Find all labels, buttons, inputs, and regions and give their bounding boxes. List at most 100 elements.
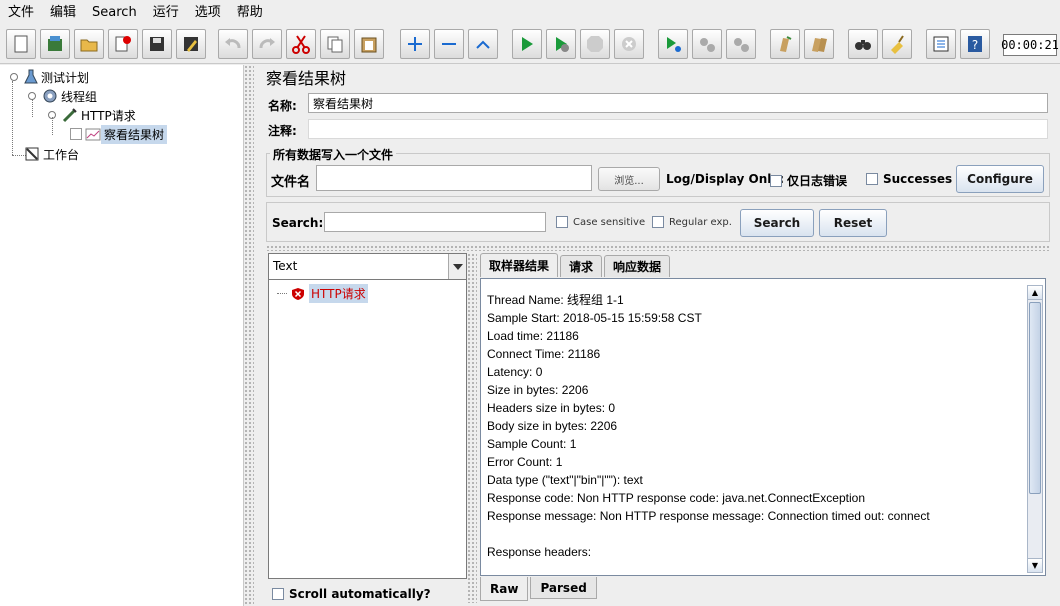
tree-node-workbench[interactable]: 工作台	[24, 145, 82, 163]
open-icon	[80, 39, 98, 52]
result-item[interactable]: HTTP请求	[291, 284, 368, 303]
workbench-icon	[25, 147, 39, 161]
successes-checkbox[interactable]: Successes	[866, 172, 952, 186]
clear-all-button[interactable]	[804, 29, 834, 59]
detail-line: Connect Time: 21186	[487, 347, 601, 361]
detail-text[interactable]: Thread Name: 线程组 1-1 Sample Start: 2018-…	[487, 291, 930, 561]
stop-button[interactable]	[580, 29, 610, 59]
checkbox-box	[556, 216, 568, 228]
scroll-thumb[interactable]	[1029, 302, 1041, 494]
menu-run[interactable]: 运行	[145, 0, 187, 26]
templates-icon	[48, 36, 62, 51]
detail-line: Sample Start: 2018-05-15 15:59:58 CST	[487, 311, 702, 325]
toolbar: ?	[0, 26, 1060, 64]
open-button[interactable]	[74, 29, 104, 59]
result-tabs: 取样器结果 请求 响应数据	[480, 253, 672, 279]
menu-edit[interactable]: 编辑	[42, 0, 84, 26]
reset-search-button[interactable]	[882, 29, 912, 59]
expand-toggle-icon[interactable]	[10, 73, 18, 81]
save-button[interactable]	[142, 29, 172, 59]
remote-start-button[interactable]	[658, 29, 688, 59]
regex-checkbox[interactable]: Regular exp.	[652, 216, 732, 228]
reset-button[interactable]: Reset	[819, 209, 887, 237]
tab-request[interactable]: 请求	[560, 255, 603, 277]
tab-parsed[interactable]: Parsed	[530, 577, 597, 599]
toggle-button[interactable]	[468, 29, 498, 59]
toggle-icon	[476, 40, 490, 49]
function-helper-button[interactable]	[926, 29, 956, 59]
scroll-up-icon[interactable]: ▲	[1028, 286, 1042, 300]
reset-search-icon	[891, 35, 904, 54]
detail-line: Body size in bytes: 2206	[487, 419, 618, 433]
case-sensitive-checkbox[interactable]: Case sensitive	[556, 216, 645, 228]
search-button-toolbar[interactable]	[848, 29, 878, 59]
name-label: 名称:	[268, 99, 297, 113]
search-icon	[855, 40, 871, 50]
comment-input[interactable]	[308, 119, 1048, 139]
checkbox-box	[866, 173, 878, 185]
tab-raw[interactable]: Raw	[480, 577, 529, 601]
cut-icon	[292, 35, 310, 54]
detail-line: Sample Count: 1	[487, 437, 577, 451]
main-splitter[interactable]	[244, 65, 254, 606]
remote-stop-button[interactable]	[692, 29, 722, 59]
tab-response-data[interactable]: 响应数据	[604, 255, 671, 277]
search-button[interactable]: Search	[740, 209, 814, 237]
remote-stop-icon	[700, 38, 715, 52]
tree-node-label: 工作台	[43, 147, 80, 162]
view-mode-tabs: Raw Parsed	[480, 577, 599, 601]
chevron-down-icon[interactable]	[448, 254, 466, 279]
save-as-button[interactable]	[176, 29, 206, 59]
expand-icon	[408, 37, 422, 51]
horizontal-splitter[interactable]	[266, 245, 1050, 251]
expand-toggle-icon[interactable]	[28, 92, 36, 100]
detail-line: Response headers:	[487, 545, 592, 559]
close-button[interactable]	[108, 29, 138, 59]
test-plan-icon	[24, 69, 38, 84]
name-input[interactable]: 察看结果树	[308, 93, 1048, 113]
redo-button[interactable]	[252, 29, 282, 59]
tree-node-view-results-tree[interactable]: 察看结果树	[70, 124, 168, 144]
start-button[interactable]	[512, 29, 542, 59]
undo-button[interactable]	[218, 29, 248, 59]
shutdown-button[interactable]	[614, 29, 644, 59]
menu-options[interactable]: 选项	[187, 0, 229, 26]
error-shield-icon	[292, 287, 304, 300]
comment-label: 注释:	[268, 124, 297, 138]
renderer-select[interactable]: Text	[269, 254, 466, 280]
detail-line: Thread Name: 线程组 1-1	[487, 293, 624, 307]
templates-button[interactable]	[40, 29, 70, 59]
help-button[interactable]: ?	[960, 29, 990, 59]
remote-shutdown-icon	[734, 38, 749, 52]
new-button[interactable]	[6, 29, 36, 59]
scroll-auto-checkbox[interactable]: Scroll automatically?	[272, 587, 431, 601]
scroll-down-icon[interactable]: ▼	[1028, 558, 1042, 572]
cut-button[interactable]	[286, 29, 316, 59]
tab-sampler-result[interactable]: 取样器结果	[480, 253, 559, 277]
expand-toggle-icon[interactable]	[48, 111, 56, 119]
detail-scrollbar[interactable]: ▲ ▼	[1027, 285, 1043, 573]
help-icon: ?	[968, 36, 982, 52]
menu-help[interactable]: 帮助	[229, 0, 271, 26]
copy-button[interactable]	[320, 29, 350, 59]
tree-node-http-request[interactable]: HTTP请求	[48, 106, 139, 124]
expand-button[interactable]	[400, 29, 430, 59]
tree-node-thread-group[interactable]: 线程组	[28, 87, 100, 105]
paste-button[interactable]	[354, 29, 384, 59]
collapse-button[interactable]	[434, 29, 464, 59]
clear-button[interactable]	[770, 29, 800, 59]
tree-node-test-plan[interactable]: 测试计划	[10, 68, 92, 86]
start-no-pause-button[interactable]	[546, 29, 576, 59]
menu-bar: 文件 编辑 Search 运行 选项 帮助	[0, 0, 1060, 26]
search-input[interactable]	[324, 212, 546, 232]
errors-only-checkbox[interactable]: 仅日志错误	[770, 172, 847, 189]
menu-search[interactable]: Search	[84, 0, 145, 26]
menu-file[interactable]: 文件	[0, 0, 42, 26]
copy-icon	[327, 36, 343, 53]
filename-input[interactable]	[316, 165, 592, 191]
configure-button[interactable]: Configure	[956, 165, 1044, 193]
vertical-splitter[interactable]	[467, 253, 477, 603]
sampler-result-detail: Thread Name: 线程组 1-1 Sample Start: 2018-…	[480, 278, 1046, 576]
browse-button[interactable]: 浏览...	[598, 167, 660, 191]
remote-shutdown-button[interactable]	[726, 29, 756, 59]
